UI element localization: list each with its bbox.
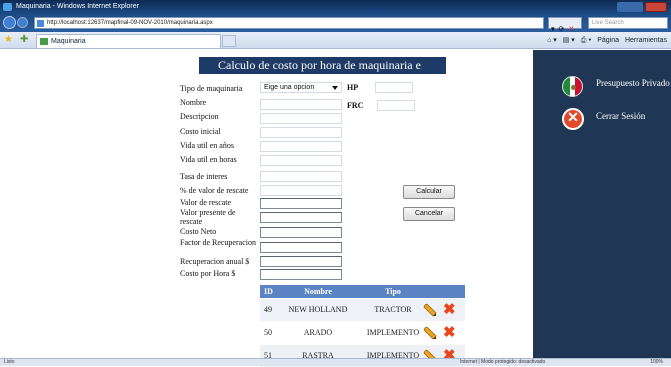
field-label-vida-anos: Vida util en años <box>180 141 234 150</box>
page-title: Calculo de costo por hora de maquinaria … <box>199 57 446 74</box>
frc-input[interactable] <box>377 100 415 111</box>
row-nombre: NEW HOLLAND <box>288 305 348 314</box>
table-row: 50 ARADO IMPLEMENTO ✖ <box>260 322 465 344</box>
tipo-select-value: Eige una opcion <box>264 84 315 91</box>
costo-inicial-input[interactable] <box>260 127 342 138</box>
status-bar: Listo Internet | Modo protegido: desacti… <box>0 358 671 366</box>
table-row: 49 NEW HOLLAND TRACTOR ✖ <box>260 299 465 321</box>
url-input[interactable]: http://localhost:12637/mapfinal-09-NOV-2… <box>34 17 544 29</box>
vida-anos-input[interactable] <box>260 141 342 152</box>
edit-pencil-icon[interactable] <box>423 326 437 340</box>
field-label-descripcion: Descripcion <box>180 112 219 121</box>
cancelar-button[interactable]: Cancelar <box>403 207 455 221</box>
tools-menu[interactable]: Herramientas <box>625 37 667 44</box>
mexico-flag-icon <box>562 76 583 97</box>
tipo-label: Tipo de maquinaria <box>180 84 243 93</box>
zoom-level[interactable]: 100% <box>650 359 663 366</box>
header-tipo: Tipo <box>385 287 401 296</box>
new-tab-button[interactable] <box>222 35 236 47</box>
nombre-input[interactable] <box>260 99 342 110</box>
vida-horas-input[interactable] <box>260 155 342 166</box>
page-icon <box>37 20 44 27</box>
row-nombre: ARADO <box>303 328 333 337</box>
costo-hora-output <box>260 269 342 280</box>
header-nombre: Nombre <box>304 287 332 296</box>
edit-pencil-icon[interactable] <box>423 303 437 317</box>
search-input[interactable]: Live Search <box>588 17 668 29</box>
ie-icon <box>3 3 12 11</box>
factor-recuperacion-output <box>260 242 342 253</box>
calcular-button[interactable]: Calcular <box>403 185 455 199</box>
home-icon[interactable]: ⌂ ▾ <box>547 37 557 44</box>
row-tipo: TRACTOR <box>374 305 412 314</box>
field-label-costo-neto: Costo Neto <box>180 227 217 236</box>
chevron-down-icon <box>332 86 338 90</box>
costo-neto-output <box>260 227 342 238</box>
delete-icon[interactable]: ✖ <box>443 325 456 341</box>
window-close-button[interactable] <box>645 2 667 12</box>
tab-bar: ★ ✚ Maquinaria ⌂ ▾ ▤ ▾ ⎙ ▾ Página Herram… <box>0 32 671 49</box>
field-label-valor-rescate: Valor de rescate <box>180 198 232 207</box>
print-icon[interactable]: ⎙ ▾ <box>581 37 592 44</box>
hp-label: HP <box>347 83 359 92</box>
row-id: 50 <box>264 328 272 337</box>
tab-label: Maquinaria <box>51 38 86 45</box>
forward-button[interactable] <box>17 17 28 28</box>
row-id: 49 <box>264 305 272 314</box>
hp-input[interactable] <box>375 82 413 93</box>
url-text: http://localhost:12637/mapfinal-09-NOV-2… <box>47 20 213 26</box>
field-label-tasa-interes: Tasa de interes <box>180 172 228 181</box>
tipo-select[interactable]: Eige una opcion <box>260 82 342 93</box>
tab-page-icon <box>40 38 48 45</box>
window-minmax-buttons[interactable] <box>617 2 643 12</box>
window-title: Maquinaria - Windows Internet Explorer <box>16 3 139 10</box>
field-label-recuperacion-anual: Recuperacion anual $ <box>180 257 250 266</box>
favorites-star-icon[interactable]: ★ <box>4 35 13 45</box>
page-menu[interactable]: Página <box>597 37 619 44</box>
feeds-icon[interactable]: ▤ ▾ <box>563 37 575 44</box>
search-placeholder: Live Search <box>592 20 624 26</box>
descripcion-input[interactable] <box>260 113 342 124</box>
zone-text: Internet | Modo protegido: desactivado <box>460 359 546 365</box>
field-label-factor-recuperacion: Factor de Recuperacion <box>180 238 256 247</box>
back-button[interactable] <box>3 16 16 29</box>
sidebar-item-presupuesto[interactable]: Presupuesto Privado <box>533 76 671 104</box>
porc-rescate-input[interactable] <box>260 185 342 196</box>
field-label-porc-rescate: % de valor de rescate <box>180 186 249 195</box>
sidebar-item-label: Presupuesto Privado <box>596 78 670 88</box>
header-id: ID <box>264 287 273 296</box>
address-buttons: ▾ ⟳ ✕ <box>548 17 582 33</box>
tasa-interes-input[interactable] <box>260 171 342 182</box>
window-titlebar: Maquinaria - Windows Internet Explorer <box>0 0 671 14</box>
sidebar-item-cerrar-sesion[interactable]: ✕ Cerrar Sesión <box>533 108 671 137</box>
tab-maquinaria[interactable]: Maquinaria <box>36 34 221 48</box>
status-text: Listo <box>4 359 15 365</box>
command-bar: ⌂ ▾ ▤ ▾ ⎙ ▾ Página Herramientas <box>543 35 667 46</box>
grid-header: ID Nombre Tipo <box>260 285 465 298</box>
close-session-icon: ✕ <box>562 108 584 130</box>
sidebar-item-label: Cerrar Sesión <box>596 111 646 121</box>
delete-icon[interactable]: ✖ <box>443 302 456 318</box>
add-favorites-icon[interactable]: ✚ <box>20 35 28 45</box>
sidebar: Presupuesto Privado ✕ Cerrar Sesión <box>533 50 671 358</box>
field-label-nombre: Nombre <box>180 98 207 107</box>
valor-presente-output <box>260 212 342 223</box>
field-label-vida-horas: Vida util en horas <box>180 155 237 164</box>
field-label-costo-inicial: Costo inicial <box>180 127 221 136</box>
recuperacion-anual-output <box>260 256 342 267</box>
address-bar: http://localhost:12637/mapfinal-09-NOV-2… <box>0 14 671 33</box>
field-label-costo-hora: Costo por Hora $ <box>180 269 236 278</box>
frc-label: FRC <box>347 101 364 110</box>
row-tipo: IMPLEMENTO <box>366 328 420 337</box>
field-label-valor-presente: Valor presente de rescate <box>180 208 236 226</box>
valor-rescate-output <box>260 198 342 209</box>
